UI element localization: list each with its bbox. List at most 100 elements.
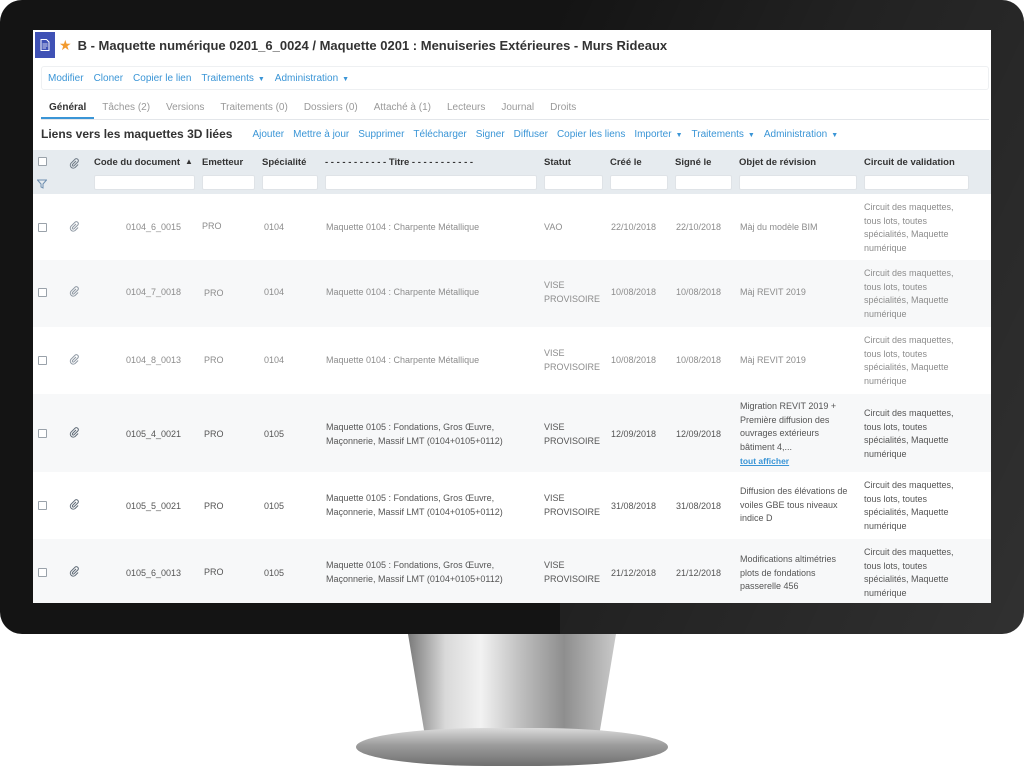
- cell-signe: 22/10/2018: [676, 222, 722, 232]
- cell-code[interactable]: 0104_8_0013: [126, 354, 181, 368]
- cell-objet: Migration REVIT 2019 + Première diffusio…: [740, 401, 837, 452]
- page-title: B - Maquette numérique 0201_6_0024 / Maq…: [77, 37, 668, 53]
- col-circuit[interactable]: Circuit de validation: [864, 157, 955, 168]
- tab-droits[interactable]: Droits: [542, 98, 584, 119]
- table-header: Code du document ▲ Emetteur Spécialité -…: [33, 150, 991, 194]
- table-row[interactable]: 0104_7_0018 PRO 0104 Maquette 0104 : Cha…: [33, 260, 991, 327]
- row-checkbox[interactable]: [38, 223, 47, 232]
- cell-statut: VISE PROVISOIRE: [544, 280, 601, 304]
- filter-titre-input[interactable]: [325, 175, 537, 190]
- col-specialite[interactable]: Spécialité: [262, 157, 306, 168]
- cell-circuit: Circuit des maquettes, tous lots, toutes…: [864, 335, 954, 386]
- tab-versions[interactable]: Versions: [158, 98, 212, 119]
- filter-specialite-input[interactable]: [262, 175, 318, 190]
- traitements-menu[interactable]: Traitements ▼: [201, 73, 264, 84]
- show-all-link[interactable]: tout afficher: [740, 456, 789, 466]
- tab-journal[interactable]: Journal: [493, 98, 542, 119]
- caret-down-icon: ▼: [257, 75, 265, 83]
- section-administration-menu[interactable]: Administration ▼: [764, 129, 838, 140]
- cell-code[interactable]: 0105_5_0021: [126, 500, 181, 514]
- cell-specialite: 0104: [264, 355, 285, 365]
- cell-statut: VISE PROVISOIRE: [544, 348, 601, 372]
- traitements-label: Traitements: [691, 128, 744, 140]
- cell-cree: 10/08/2018: [611, 287, 657, 297]
- paperclip-icon[interactable]: [69, 427, 79, 441]
- col-objet[interactable]: Objet de révision: [739, 157, 816, 168]
- mettre-a-jour-button[interactable]: Mettre à jour: [293, 129, 349, 140]
- col-cree[interactable]: Créé le: [610, 157, 642, 168]
- filter-emetteur-input[interactable]: [202, 175, 255, 190]
- section-traitements-menu[interactable]: Traitements ▼: [692, 129, 755, 140]
- tab-dossiers[interactable]: Dossiers (0): [296, 98, 366, 119]
- favorite-star-icon[interactable]: ★: [59, 38, 72, 52]
- cell-specialite: 0105: [264, 429, 285, 439]
- sort-asc-icon[interactable]: ▲: [185, 157, 193, 166]
- section-title: Liens vers les maquettes 3D liées: [41, 127, 233, 141]
- table-row[interactable]: 0105_6_0013 PRO 0105 Maquette 0105 : Fon…: [33, 539, 991, 603]
- paperclip-icon[interactable]: [69, 499, 79, 513]
- filter-statut-input[interactable]: [544, 175, 603, 190]
- filter-circuit-input[interactable]: [864, 175, 969, 190]
- cell-cree: 12/09/2018: [611, 429, 657, 439]
- cell-statut: VAO: [544, 222, 563, 232]
- col-emetteur[interactable]: Emetteur: [202, 157, 243, 168]
- filter-objet-input[interactable]: [739, 175, 857, 190]
- cell-cree: 10/08/2018: [611, 355, 657, 365]
- modifier-button[interactable]: Modifier: [48, 73, 84, 84]
- filter-signe-input[interactable]: [675, 175, 732, 190]
- importer-menu[interactable]: Importer ▼: [634, 129, 682, 140]
- cell-code[interactable]: 0104_7_0018: [126, 286, 181, 300]
- filter-cree-input[interactable]: [610, 175, 668, 190]
- col-signe[interactable]: Signé le: [675, 157, 711, 168]
- col-code[interactable]: Code du document: [94, 157, 180, 168]
- paperclip-icon[interactable]: [69, 221, 79, 235]
- paperclip-icon[interactable]: [69, 354, 79, 368]
- cell-code[interactable]: 0104_6_0015: [126, 221, 181, 235]
- table-row[interactable]: 0105_4_0021 PRO 0105 Maquette 0105 : Fon…: [33, 394, 991, 472]
- tab-traitements[interactable]: Traitements (0): [212, 98, 295, 119]
- col-titre[interactable]: - - - - - - - - - - - Titre - - - - - - …: [325, 157, 473, 168]
- row-checkbox[interactable]: [38, 429, 47, 438]
- row-checkbox[interactable]: [38, 568, 47, 577]
- cell-emetteur: PRO: [202, 221, 222, 231]
- cell-emetteur: PRO: [204, 429, 224, 439]
- tab-lecteurs[interactable]: Lecteurs: [439, 98, 493, 119]
- col-statut[interactable]: Statut: [544, 157, 571, 168]
- supprimer-button[interactable]: Supprimer: [358, 129, 404, 140]
- section-actions: Ajouter Mettre à jour Supprimer Téléchar…: [252, 129, 838, 140]
- table-row[interactable]: 0105_5_0021 PRO 0105 Maquette 0105 : Fon…: [33, 472, 991, 539]
- select-all-checkbox[interactable]: [38, 157, 47, 166]
- row-checkbox[interactable]: [38, 501, 47, 510]
- tab-general[interactable]: Général: [41, 98, 95, 119]
- row-checkbox[interactable]: [38, 356, 47, 365]
- importer-label: Importer: [634, 128, 672, 140]
- table-row[interactable]: 0104_8_0013 PRO 0104 Maquette 0104 : Cha…: [33, 327, 991, 394]
- app-screen: ★ B - Maquette numérique 0201_6_0024 / M…: [33, 30, 991, 603]
- telecharger-button[interactable]: Télécharger: [413, 129, 466, 140]
- cell-signe: 12/09/2018: [676, 429, 722, 439]
- copy-links-button[interactable]: Copier les liens: [557, 129, 625, 140]
- cell-code[interactable]: 0105_6_0013: [126, 567, 181, 581]
- tab-attache[interactable]: Attaché à (1): [366, 98, 439, 119]
- administration-menu[interactable]: Administration ▼: [275, 73, 349, 84]
- cell-titre: Maquette 0104 : Charpente Métallique: [326, 355, 480, 365]
- filter-code-input[interactable]: [94, 175, 195, 190]
- paperclip-icon[interactable]: [69, 286, 79, 300]
- filter-icon[interactable]: [36, 176, 48, 194]
- cell-circuit: Circuit des maquettes, tous lots, toutes…: [864, 547, 954, 598]
- paperclip-icon[interactable]: [69, 566, 79, 580]
- traitements-label: Traitements: [201, 72, 254, 84]
- cell-titre: Maquette 0105 : Fondations, Gros Œuvre, …: [326, 422, 503, 446]
- tab-taches[interactable]: Tâches (2): [94, 98, 158, 119]
- cell-code[interactable]: 0105_4_0021: [126, 428, 181, 442]
- signer-button[interactable]: Signer: [476, 129, 505, 140]
- row-checkbox[interactable]: [38, 288, 47, 297]
- ajouter-button[interactable]: Ajouter: [252, 129, 284, 140]
- cell-circuit: Circuit des maquettes, tous lots, toutes…: [864, 202, 954, 253]
- table-row[interactable]: 0104_6_0015 PRO 0104 Maquette 0104 : Cha…: [33, 194, 991, 260]
- cloner-button[interactable]: Cloner: [94, 73, 123, 84]
- title-bar: ★ B - Maquette numérique 0201_6_0024 / M…: [33, 30, 991, 60]
- diffuser-button[interactable]: Diffuser: [514, 129, 548, 140]
- copy-link-button[interactable]: Copier le lien: [133, 73, 191, 84]
- cell-titre: Maquette 0104 : Charpente Métallique: [326, 222, 480, 232]
